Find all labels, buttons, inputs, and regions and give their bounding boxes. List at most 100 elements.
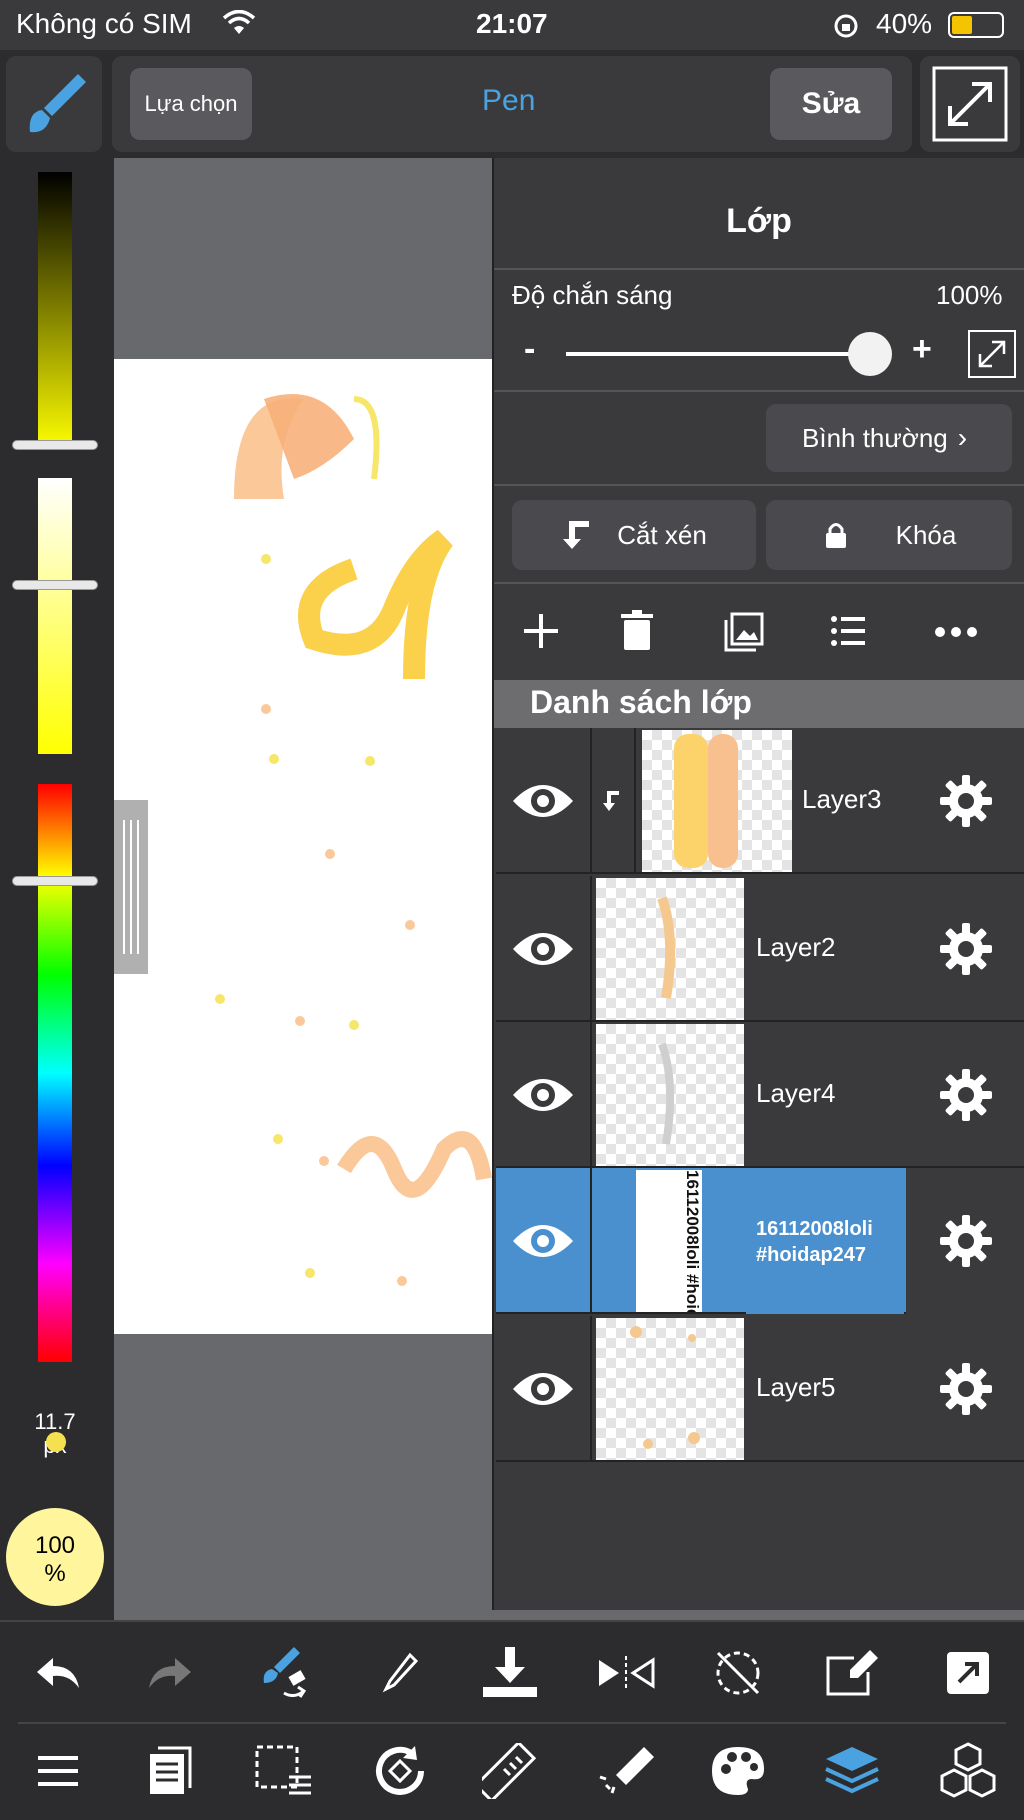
list-icon[interactable] <box>830 614 866 648</box>
blend-mode-label: Bình thường <box>802 422 948 453</box>
opacity-decrease-button[interactable]: - <box>524 330 535 369</box>
layers-button[interactable] <box>804 1728 900 1814</box>
layer-list-header-label: Danh sách lớp <box>530 684 752 720</box>
hue-slider[interactable] <box>38 784 72 1362</box>
pages-button[interactable] <box>122 1728 218 1814</box>
rotate-off-icon <box>716 1651 760 1695</box>
brush-swap-button[interactable] <box>236 1630 332 1716</box>
hamburger-menu-icon <box>38 1756 78 1786</box>
saturation-slider[interactable] <box>38 478 72 754</box>
more-icon[interactable] <box>934 626 978 638</box>
trash-icon[interactable] <box>620 610 654 652</box>
add-layer-icon[interactable] <box>520 610 562 652</box>
selection-button[interactable]: Lựa chọn <box>130 68 252 140</box>
gear-icon <box>940 1069 992 1121</box>
hue-slider-handle[interactable] <box>12 876 98 886</box>
layer-settings-button[interactable] <box>906 1316 1024 1462</box>
brush-icon <box>29 74 86 133</box>
layer-name: Layer4 <box>756 1078 836 1108</box>
3d-material-button[interactable] <box>920 1728 1016 1814</box>
opacity-slider-thumb[interactable] <box>848 332 892 376</box>
rotation-lock-icon <box>834 14 858 38</box>
layer-settings-button[interactable] <box>906 1168 1024 1314</box>
app-root: Không có SIM 21:07 40% Lựa chọn Pen Sửa <box>0 0 1024 1820</box>
divider <box>494 582 1024 584</box>
layer-row[interactable]: Layer5 <box>496 1316 1024 1462</box>
canvas-artwork <box>215 394 492 1286</box>
brightness-slider[interactable] <box>38 172 72 450</box>
wifi-icon <box>222 10 256 34</box>
eyedropper-button[interactable] <box>352 1630 448 1716</box>
divider <box>494 390 1024 392</box>
clip-label: Cắt xén <box>617 519 707 550</box>
layer-thumbnail <box>596 1318 744 1460</box>
flip-button[interactable] <box>578 1630 674 1716</box>
divider <box>494 484 1024 486</box>
layer-settings-button[interactable] <box>906 1022 1024 1168</box>
layer-row[interactable]: Layer4 <box>496 1022 1024 1168</box>
opacity-circle[interactable]: 100 % <box>6 1508 104 1606</box>
clip-button[interactable]: Cắt xén <box>512 500 756 570</box>
palette-icon <box>712 1747 764 1795</box>
color-sidebar: 11.7 px 100 % <box>0 158 114 1620</box>
layer-thumbnail: 16112008loli #hoidap247 <box>636 1170 702 1312</box>
visibility-toggle[interactable] <box>496 1316 592 1462</box>
material-button[interactable] <box>578 1728 674 1814</box>
visibility-toggle[interactable] <box>496 1022 592 1168</box>
layer-name: Layer2 <box>756 932 836 962</box>
eye-icon <box>513 785 573 817</box>
layer-settings-button[interactable] <box>906 728 1024 874</box>
canvas-left-handle[interactable] <box>114 800 148 974</box>
layer-list-header: Danh sách lớp <box>494 680 1024 728</box>
layer-name: Layer5 <box>756 1372 836 1402</box>
edit-box-icon <box>826 1650 878 1696</box>
toolbar-divider <box>18 1722 1006 1724</box>
battery-percent: 40% <box>876 8 933 39</box>
image-layer-icon[interactable] <box>724 612 764 652</box>
eye-icon <box>513 1373 573 1405</box>
selection-tool-button[interactable] <box>236 1728 332 1814</box>
blend-mode-button[interactable]: Bình thường › <box>766 404 1012 472</box>
ruler-button[interactable] <box>462 1728 558 1814</box>
transform-button[interactable] <box>804 1630 900 1716</box>
lock-icon <box>825 523 846 548</box>
pen-spark-icon <box>599 1747 654 1794</box>
gear-icon <box>940 1215 992 1267</box>
share-button[interactable] <box>920 1630 1016 1716</box>
layer-row-selected[interactable]: 16112008loli #hoidap247 16112008loli #ho… <box>496 1168 1024 1314</box>
eye-icon <box>513 1079 573 1111</box>
menu-button[interactable] <box>10 1728 106 1814</box>
visibility-toggle[interactable] <box>496 728 592 874</box>
clip-indicator <box>592 728 636 874</box>
lock-button[interactable]: Khóa <box>766 500 1012 570</box>
opacity-percent: 100% <box>936 280 1003 310</box>
marquee-select-icon <box>255 1745 311 1795</box>
opacity-label: Độ chắn sáng <box>512 280 673 310</box>
opacity-slider-track[interactable] <box>566 352 876 356</box>
lock-label: Khóa <box>895 519 957 550</box>
layer-panel: Lớp Độ chắn sáng 100% - + Bình thường › … <box>492 158 1024 1610</box>
redo-button[interactable] <box>122 1630 218 1716</box>
visibility-toggle[interactable] <box>496 1168 592 1314</box>
opacity-increase-button[interactable]: + <box>912 330 932 369</box>
status-bar: Không có SIM 21:07 40% <box>0 0 1024 50</box>
pages-icon <box>150 1746 192 1794</box>
share-icon <box>947 1652 989 1694</box>
color-palette-button[interactable] <box>690 1728 786 1814</box>
undo-button[interactable] <box>10 1630 106 1716</box>
fullscreen-button[interactable] <box>920 56 1020 152</box>
rotate-reset-button[interactable] <box>690 1630 786 1716</box>
saturation-slider-handle[interactable] <box>12 580 98 590</box>
edit-button[interactable]: Sửa <box>770 68 892 140</box>
rotate-canvas-button[interactable] <box>352 1728 448 1814</box>
visibility-toggle[interactable] <box>496 876 592 1022</box>
save-button[interactable] <box>462 1630 558 1716</box>
layer-row[interactable]: Layer2 <box>496 876 1024 1022</box>
brightness-slider-handle[interactable] <box>12 440 98 450</box>
expand-opacity-button[interactable] <box>968 330 1016 378</box>
layer-settings-button[interactable] <box>906 876 1024 1022</box>
chevron-right-icon: › <box>957 422 968 453</box>
brush-tool-button[interactable] <box>6 56 102 152</box>
layer-row[interactable]: Layer3 <box>496 728 1024 874</box>
canvas-paper[interactable] <box>114 359 494 1334</box>
